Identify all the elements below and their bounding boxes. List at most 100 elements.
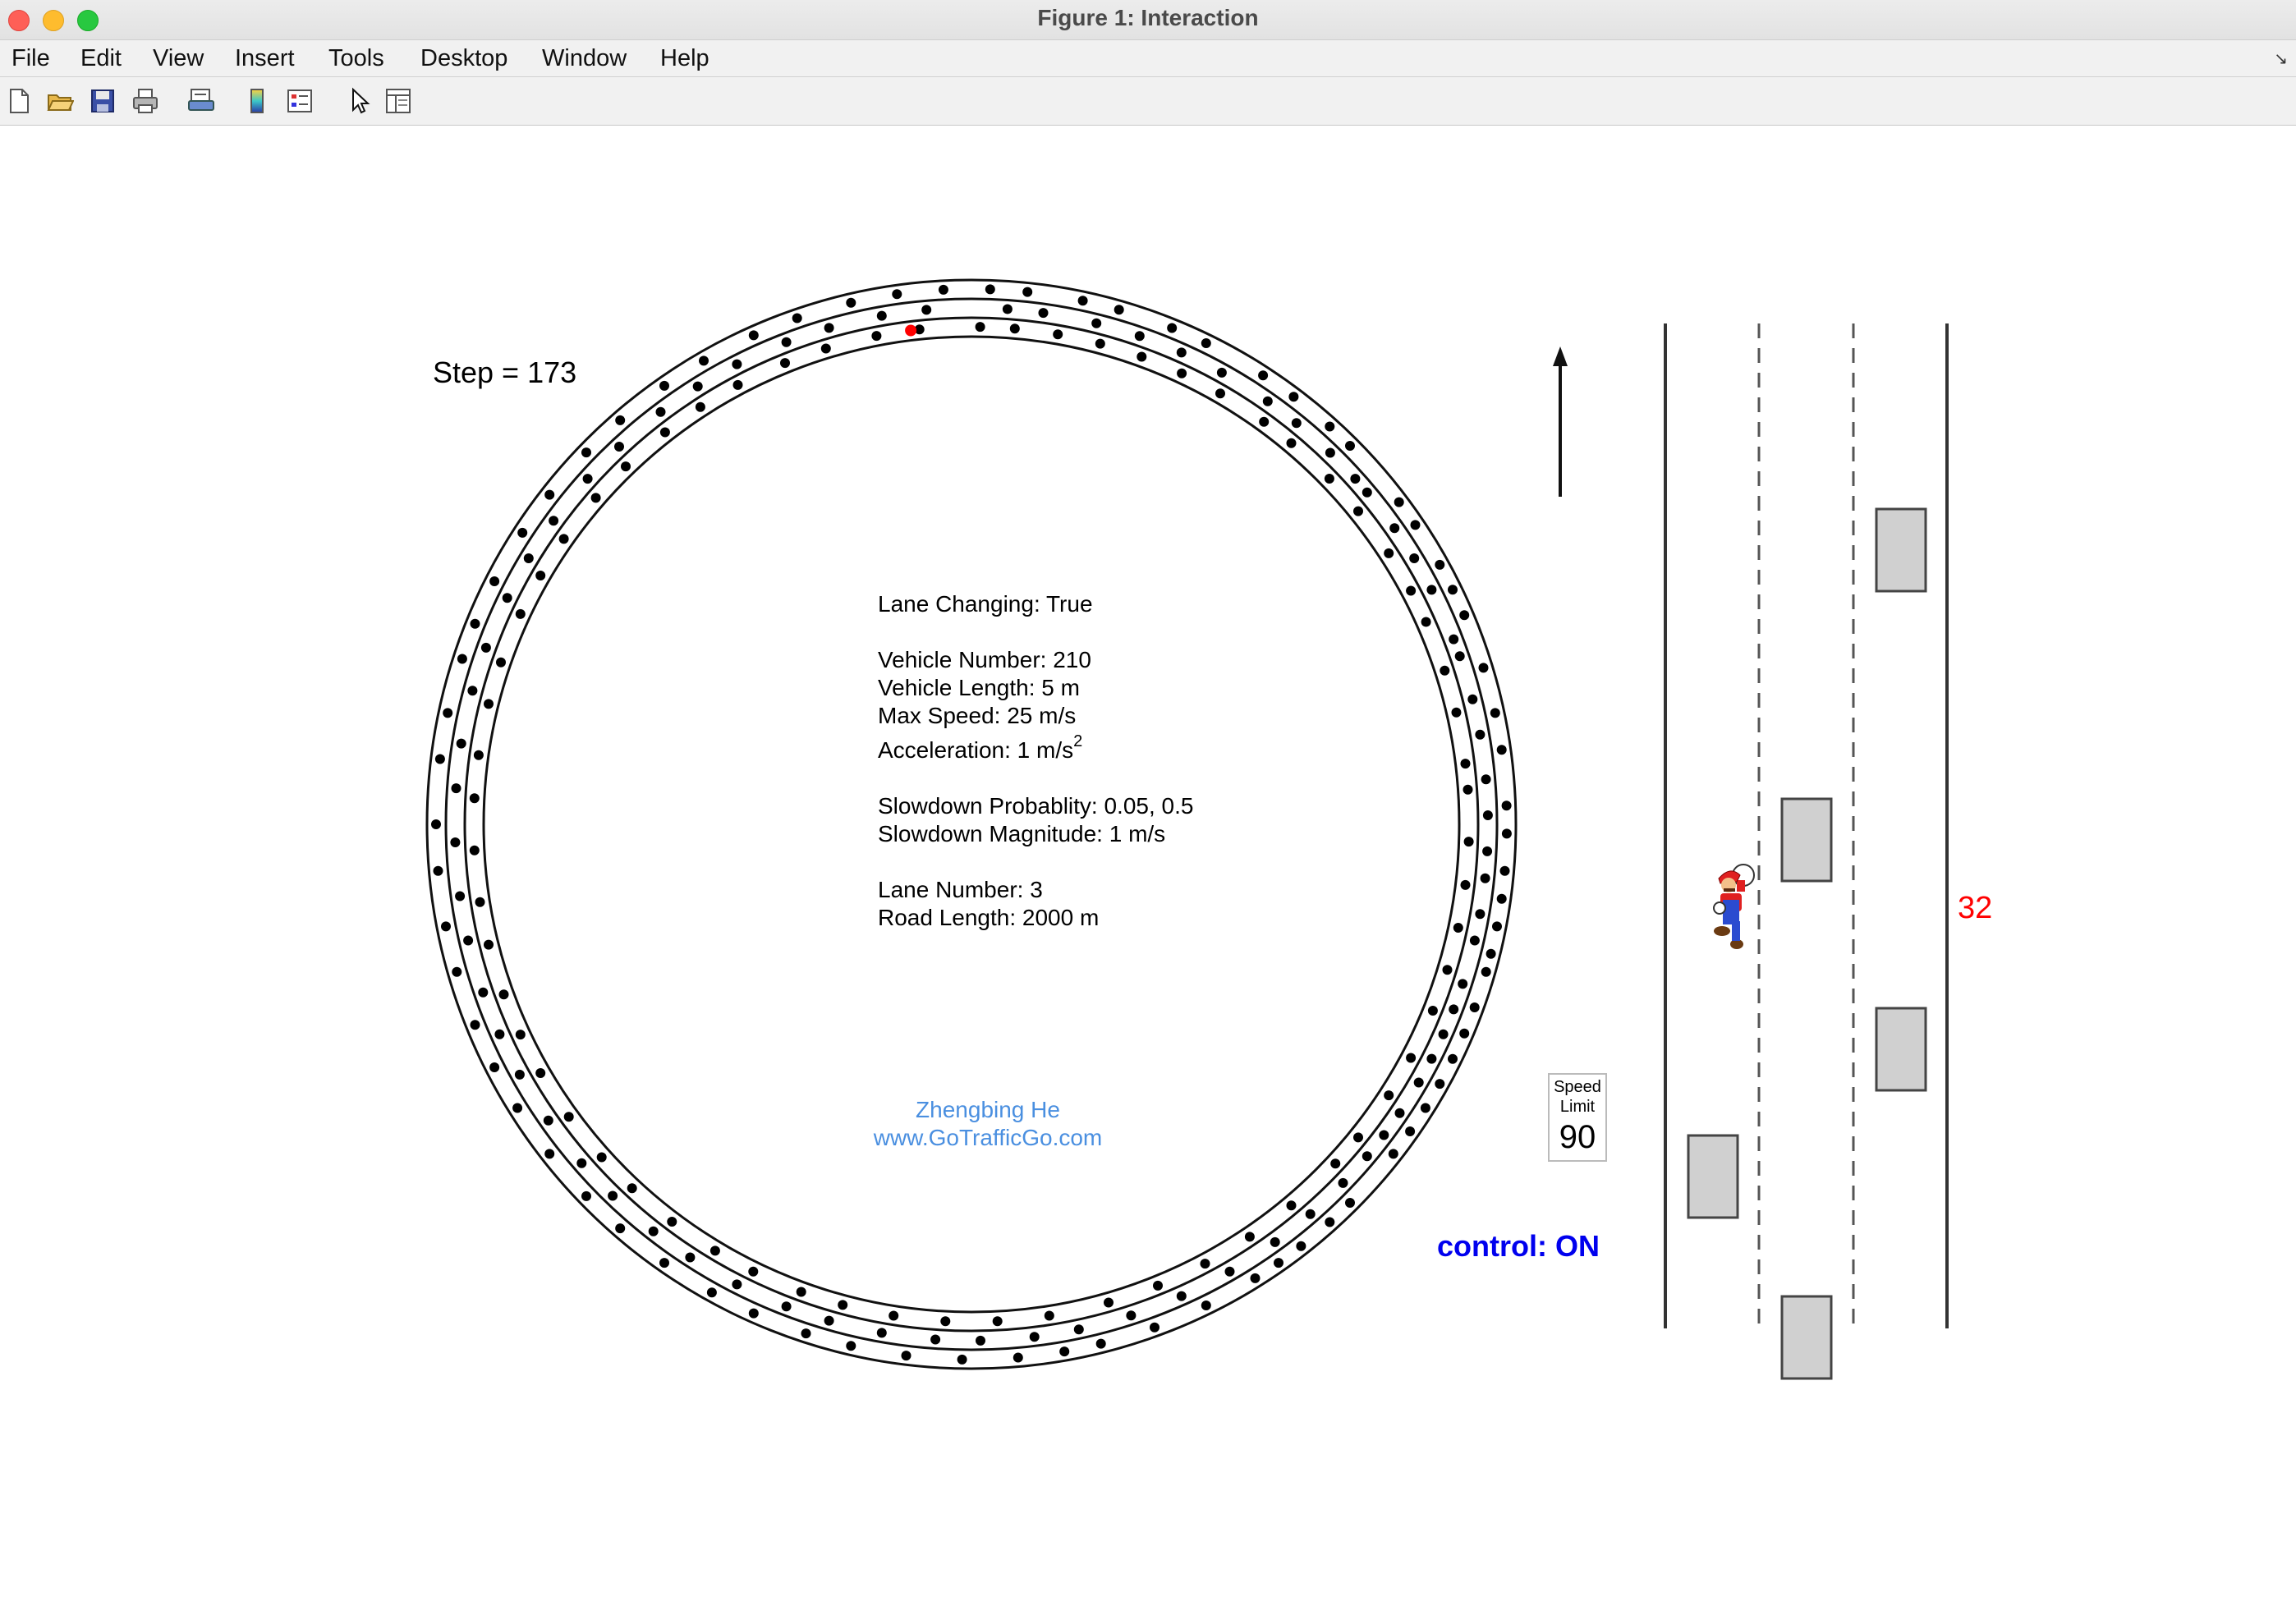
menu-desktop[interactable]: Desktop — [420, 45, 507, 72]
ring-vehicle — [1482, 846, 1493, 856]
ring-vehicle — [1073, 1324, 1084, 1335]
ring-vehicle — [1077, 296, 1088, 306]
ring-vehicle — [535, 571, 546, 580]
ring-vehicle — [1345, 441, 1355, 451]
ring-vehicle — [469, 793, 480, 804]
print-icon[interactable] — [131, 87, 159, 115]
info-lane-number: Lane Number: 3 — [878, 877, 1043, 902]
new-figure-icon[interactable] — [5, 87, 33, 115]
ring-vehicle — [824, 323, 834, 333]
ring-vehicle — [1244, 1232, 1255, 1242]
ring-vehicle — [655, 406, 666, 417]
ring-vehicle — [1460, 879, 1471, 890]
ring-vehicle — [1406, 585, 1417, 596]
menu-help[interactable]: Help — [660, 45, 709, 72]
ring-vehicle — [1453, 923, 1463, 933]
legend-icon[interactable] — [286, 87, 314, 115]
ring-vehicle — [732, 1279, 742, 1290]
ring-vehicle — [496, 657, 506, 667]
ring-vehicle — [930, 1334, 941, 1345]
ring-vehicle — [1044, 1310, 1054, 1321]
info-vehicle-length: Vehicle Length: 5 m — [878, 675, 1080, 700]
menu-tools[interactable]: Tools — [328, 45, 384, 72]
ring-vehicle — [1426, 585, 1437, 595]
ring-vehicle — [1501, 800, 1512, 811]
ring-vehicle — [1496, 893, 1507, 904]
colorbar-icon[interactable] — [243, 87, 271, 115]
ring-vehicle — [781, 1301, 792, 1312]
ring-vehicle — [457, 654, 467, 664]
ring-vehicle — [1009, 323, 1020, 334]
ring-vehicle — [1448, 585, 1458, 595]
ring-vehicle — [1496, 745, 1507, 755]
ring-vehicle — [1475, 729, 1486, 740]
info-acceleration-exponent: 2 — [1073, 732, 1082, 750]
ring-vehicle — [975, 322, 985, 333]
ring-vehicle — [976, 1335, 985, 1346]
control-status-label[interactable]: control: ON — [1437, 1229, 1600, 1263]
car — [1875, 507, 1927, 593]
ring-vehicle — [517, 527, 528, 538]
ring-vehicle — [463, 935, 474, 946]
ring-vehicle — [940, 1316, 951, 1327]
ring-vehicle — [1134, 331, 1145, 342]
ring-vehicle — [489, 576, 500, 586]
ring-vehicle — [796, 1287, 806, 1297]
menu-view[interactable]: View — [153, 45, 204, 72]
ring-vehicle — [938, 284, 948, 295]
ring-vehicle — [1459, 1028, 1470, 1039]
ring-vehicle — [1091, 318, 1102, 328]
ring-vehicle — [1095, 1338, 1106, 1349]
print-preview-icon[interactable] — [187, 87, 215, 115]
ring-vehicle — [692, 381, 703, 392]
speed-sign-line2: Limit — [1560, 1098, 1596, 1116]
ring-vehicle — [667, 1217, 677, 1227]
ring-vehicle — [498, 989, 509, 1000]
parameter-info: Lane Changing: True Vehicle Number: 210 … — [878, 591, 1193, 930]
ring-vehicle — [748, 1308, 759, 1319]
ring-vehicle — [706, 1287, 717, 1298]
ring-vehicle — [627, 1183, 637, 1194]
ring-vehicle — [455, 891, 466, 901]
menu-insert[interactable]: Insert — [235, 45, 295, 72]
figure-canvas[interactable]: Step = 173 Lane Changing: True Vehicle N… — [0, 126, 2296, 1601]
ring-vehicle — [1406, 1053, 1417, 1063]
ring-vehicle — [1480, 873, 1490, 883]
property-editor-icon[interactable] — [384, 87, 412, 115]
ring-vehicle — [1409, 553, 1420, 563]
ring-vehicle — [581, 1190, 591, 1201]
menu-file[interactable]: File — [11, 45, 50, 72]
ring-vehicle — [494, 1029, 505, 1039]
speed-sign-line1: Speed — [1554, 1078, 1601, 1096]
save-disk-icon[interactable] — [89, 87, 117, 115]
ring-vehicle — [1150, 1322, 1159, 1333]
ring-vehicle — [1449, 1004, 1459, 1015]
pointer-arrow-icon[interactable] — [345, 87, 373, 115]
ring-vehicle — [1167, 323, 1178, 333]
ring-vehicle — [615, 1223, 626, 1234]
dock-arrow-icon[interactable]: ↘ — [2274, 48, 2288, 69]
ring-vehicle — [434, 754, 445, 764]
menu-edit[interactable]: Edit — [80, 45, 122, 72]
open-folder-icon[interactable] — [46, 87, 74, 115]
ring-vehicle — [514, 1069, 525, 1080]
ring-vehicle — [1291, 418, 1302, 429]
ring-vehicle — [1013, 1352, 1023, 1363]
title-bar: Figure 1: Interaction — [0, 0, 2296, 40]
ring-vehicle — [1492, 921, 1502, 932]
ring-vehicle — [957, 1354, 967, 1365]
ring-vehicle — [558, 534, 569, 544]
info-max-speed: Max Speed: 25 m/s — [878, 703, 1076, 728]
ring-vehicle — [1410, 520, 1421, 530]
ring-vehicle — [615, 415, 626, 425]
ring-vehicle — [489, 1062, 500, 1072]
ring-vehicle — [1389, 523, 1400, 534]
menu-window[interactable]: Window — [542, 45, 627, 72]
ring-vehicle — [1153, 1280, 1163, 1291]
ring-vehicle — [480, 642, 491, 653]
ring-vehicle — [1435, 559, 1445, 570]
info-road-length: Road Length: 2000 m — [878, 905, 1099, 930]
ring-vehicle — [1362, 1151, 1372, 1162]
ring-vehicle — [1324, 474, 1334, 484]
ring-vehicle — [901, 1351, 912, 1361]
